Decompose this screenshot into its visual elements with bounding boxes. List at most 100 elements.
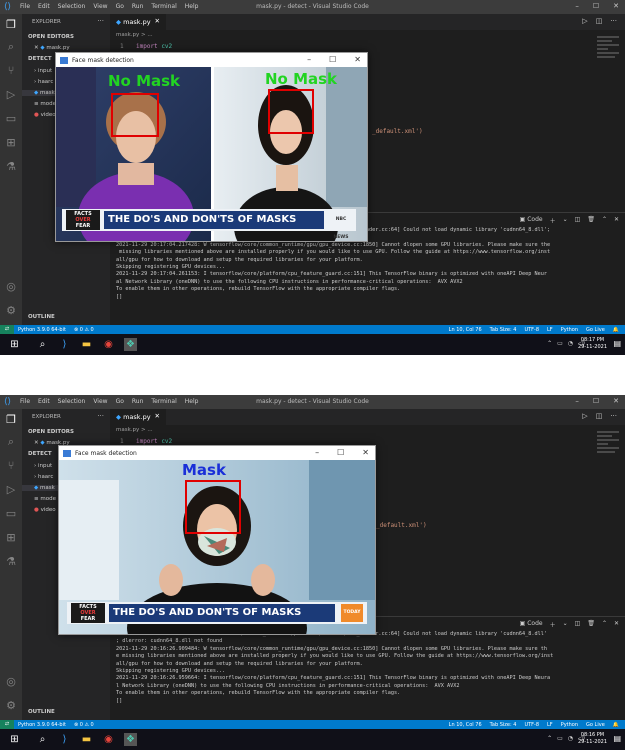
clock[interactable]: 08:16 PM 29-11-2021 — [578, 732, 607, 746]
chevron-up-icon[interactable]: ⌃ — [547, 735, 552, 742]
close-icon[interactable]: ✕ — [613, 397, 619, 405]
network-icon[interactable]: ◔ — [568, 340, 573, 347]
tree-item-haarc[interactable]: › haarc — [34, 474, 53, 480]
close-icon[interactable]: ✕ — [613, 2, 619, 10]
open-editors-section[interactable]: OPEN EDITORS — [28, 429, 74, 435]
windows-start-icon[interactable]: ⊞ — [8, 338, 21, 351]
account-icon[interactable]: ◎ — [4, 280, 18, 294]
minimize-icon[interactable]: – — [315, 448, 319, 457]
battery-icon[interactable]: ▭ — [557, 340, 563, 347]
trash-icon[interactable]: 🗑 — [587, 620, 595, 629]
notification-icon[interactable]: ▤ — [613, 734, 621, 743]
tree-item-mode[interactable]: ≡ mode — [34, 496, 56, 502]
settings-gear-icon[interactable]: ⚙ — [4, 699, 18, 713]
python-interpreter[interactable]: Python 3.9.0 64-bit — [18, 722, 66, 728]
new-terminal-icon[interactable]: ＋ — [550, 620, 556, 629]
terminal-label[interactable]: ▣ Code — [520, 216, 543, 225]
search-icon[interactable]: ⌕ — [4, 435, 18, 449]
tree-item-input[interactable]: › input — [34, 68, 52, 74]
face-mask-detection-window[interactable]: Face mask detection – ☐ ✕ — [55, 52, 368, 242]
chrome-icon[interactable]: ◉ — [102, 733, 115, 746]
bell-icon[interactable]: 🔔 — [613, 722, 619, 728]
more-icon[interactable]: ··· — [610, 412, 617, 420]
split-terminal-icon[interactable]: ◫ — [575, 216, 581, 225]
files-icon[interactable]: ❐ — [4, 18, 18, 32]
encoding[interactable]: UTF-8 — [524, 327, 539, 333]
tree-item-mode[interactable]: ≡ mode — [34, 101, 56, 107]
remote-icon[interactable]: ⇄ — [0, 720, 14, 729]
python-window-icon[interactable]: ❖ — [124, 733, 137, 746]
cursor-position[interactable]: Ln 10, Col 76 — [449, 327, 482, 333]
code-fragment[interactable]: _default.xml') — [372, 128, 423, 135]
more-actions-icon[interactable]: ··· — [97, 412, 104, 420]
open-editor-item[interactable]: ✕ ◆ mask.py — [34, 45, 70, 51]
python-window-icon[interactable]: ❖ — [124, 338, 137, 351]
new-terminal-icon[interactable]: ＋ — [550, 216, 556, 225]
chrome-icon[interactable]: ◉ — [102, 338, 115, 351]
search-icon[interactable]: ⌕ — [4, 40, 18, 54]
cursor-position[interactable]: Ln 10, Col 76 — [449, 722, 482, 728]
search-icon[interactable]: ⌕ — [36, 733, 49, 746]
minimize-icon[interactable]: – — [575, 2, 579, 10]
run-debug-icon[interactable]: ▷ — [4, 483, 18, 497]
close-icon[interactable]: ✕ — [354, 55, 361, 64]
extensions-icon[interactable]: ⊞ — [4, 531, 18, 545]
breadcrumb[interactable]: mask.py > ... — [116, 32, 153, 38]
minimap[interactable] — [597, 431, 619, 491]
close-icon[interactable]: ✕ — [362, 448, 369, 457]
terminal-label[interactable]: ▣ Code — [520, 620, 543, 629]
outline-section[interactable]: OUTLINE — [28, 314, 55, 320]
settings-gear-icon[interactable]: ⚙ — [4, 304, 18, 318]
file-explorer-icon[interactable]: ▬ — [80, 338, 93, 351]
open-editors-section[interactable]: OPEN EDITORS — [28, 34, 74, 40]
python-interpreter[interactable]: Python 3.9.0 64-bit — [18, 327, 66, 333]
notification-icon[interactable]: ▤ — [613, 339, 621, 348]
vscode-taskbar-icon[interactable]: ⟩ — [58, 733, 71, 746]
line-ending[interactable]: LF — [547, 327, 553, 333]
code-fragment[interactable]: _default.xml') — [376, 522, 427, 529]
go-live[interactable]: Go Live — [586, 722, 605, 728]
search-icon[interactable]: ⌕ — [36, 338, 49, 351]
source-control-icon[interactable]: ⑂ — [4, 64, 18, 78]
testing-icon[interactable]: ⚗ — [4, 160, 18, 174]
more-icon[interactable]: ··· — [610, 17, 617, 25]
close-tab-icon[interactable]: ✕ — [155, 17, 160, 25]
tab-size[interactable]: Tab Size: 4 — [490, 722, 517, 728]
close-panel-icon[interactable]: ✕ — [614, 216, 619, 225]
remote-icon[interactable]: ⇄ — [0, 325, 14, 334]
face-mask-detection-window[interactable]: Face mask detection – ☐ ✕ — [58, 445, 376, 635]
problems-count[interactable]: ⊗ 0 ⚠ 0 — [74, 327, 94, 333]
source-control-icon[interactable]: ⑂ — [4, 459, 18, 473]
outline-section[interactable]: OUTLINE — [28, 709, 55, 715]
maximize-icon[interactable]: ☐ — [593, 397, 599, 405]
windows-start-icon[interactable]: ⊞ — [8, 733, 21, 746]
network-icon[interactable]: ◔ — [568, 735, 573, 742]
extensions-icon[interactable]: ⊞ — [4, 136, 18, 150]
maximize-icon[interactable]: ☐ — [329, 55, 336, 64]
run-file-icon[interactable]: ▷ — [582, 17, 587, 25]
maximize-icon[interactable]: ☐ — [337, 448, 344, 457]
tree-item-video[interactable]: ● video — [34, 507, 56, 513]
terminal-output[interactable]: 2021-11-29 20:16:26.885922: W tensorflow… — [116, 631, 621, 705]
tree-item-haarc[interactable]: › haarc — [34, 79, 53, 85]
split-editor-icon[interactable]: ◫ — [596, 17, 603, 25]
bell-icon[interactable]: 🔔 — [613, 327, 619, 333]
detect-folder[interactable]: DETECT — [28, 451, 52, 457]
breadcrumb[interactable]: mask.py > ... — [116, 427, 153, 433]
battery-icon[interactable]: ▭ — [557, 735, 563, 742]
dropdown-icon[interactable]: ⌄ — [563, 216, 568, 225]
testing-icon[interactable]: ⚗ — [4, 555, 18, 569]
split-editor-icon[interactable]: ◫ — [596, 412, 603, 420]
code-line[interactable]: 1 import cv2 — [120, 43, 172, 50]
encoding[interactable]: UTF-8 — [524, 722, 539, 728]
remote-explorer-icon[interactable]: ▭ — [4, 507, 18, 521]
account-icon[interactable]: ◎ — [4, 675, 18, 689]
language-mode[interactable]: Python — [561, 327, 578, 333]
files-icon[interactable]: ❐ — [4, 413, 18, 427]
minimap[interactable] — [597, 36, 619, 96]
run-file-icon[interactable]: ▷ — [582, 412, 587, 420]
more-actions-icon[interactable]: ··· — [97, 17, 104, 25]
minimize-icon[interactable]: – — [575, 397, 579, 405]
detect-folder[interactable]: DETECT — [28, 56, 52, 62]
tab-mask-py[interactable]: ◆ mask.py ✕ — [110, 409, 166, 425]
